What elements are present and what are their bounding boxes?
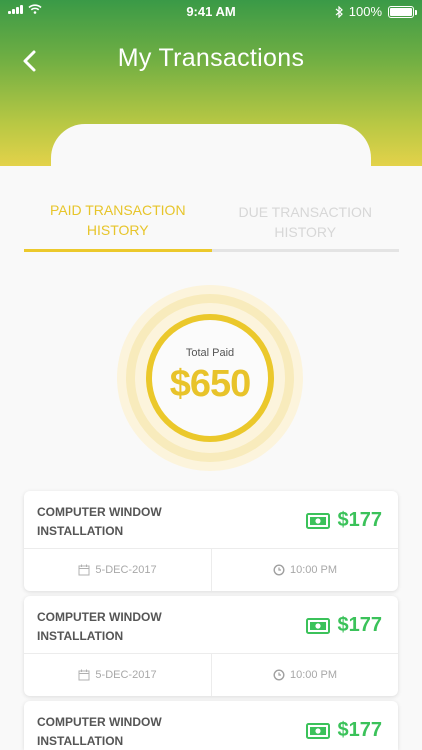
tab-due-history[interactable]: DUE TRANSACTION HISTORY [211, 196, 399, 252]
status-bar: 9:41 AM 100% [0, 0, 422, 22]
money-bill-icon [305, 722, 330, 739]
status-right: 100% [335, 4, 417, 19]
page-title: My Transactions [117, 44, 305, 72]
transaction-amount: $177 [337, 509, 383, 531]
total-paid-label: Total Paid [185, 347, 235, 359]
transaction-time-cell: 10:00 PM [211, 654, 398, 696]
transaction-date: 5-DEC-2017 [95, 564, 157, 576]
calendar-icon [78, 669, 90, 681]
transaction-amount-group: $177 [305, 614, 383, 637]
transaction-card[interactable]: COMPUTER WINDOW INSTALLATION $177 [24, 701, 398, 750]
transaction-date: 5-DEC-2017 [95, 669, 157, 681]
tab-paid-history[interactable]: PAID TRANSACTION HISTORY [24, 196, 212, 252]
transaction-time: 10:00 PM [289, 669, 338, 681]
transaction-time: 10:00 PM [289, 564, 338, 576]
transaction-card[interactable]: COMPUTER WINDOW INSTALLATION $177 5-DEC-… [24, 491, 398, 591]
total-paid-ring: Total Paid $650 [117, 285, 303, 471]
money-bill-icon [305, 512, 330, 529]
transaction-meta: 5-DEC-2017 10:00 PM [24, 548, 398, 591]
transaction-title: COMPUTER WINDOW INSTALLATION [37, 610, 162, 643]
total-paid-amount: $650 [169, 363, 252, 405]
transaction-meta: 5-DEC-2017 10:00 PM [24, 653, 398, 696]
clock-icon [273, 564, 285, 576]
transaction-amount-group: $177 [305, 509, 383, 532]
transaction-amount: $177 [337, 719, 383, 741]
tab-notch [51, 124, 371, 184]
money-bill-icon [305, 617, 330, 634]
battery-icon [388, 5, 417, 18]
tab-bar: PAID TRANSACTION HISTORY DUE TRANSACTION… [24, 196, 399, 252]
transaction-amount-group: $177 [305, 719, 383, 742]
bluetooth-icon [335, 5, 343, 18]
transaction-title: COMPUTER WINDOW INSTALLATION [37, 505, 162, 538]
clock-icon [273, 669, 285, 681]
transaction-card[interactable]: COMPUTER WINDOW INSTALLATION $177 5-DEC-… [24, 596, 398, 696]
transaction-amount: $177 [337, 614, 383, 636]
transaction-title: COMPUTER WINDOW INSTALLATION [37, 715, 162, 748]
battery-percent: 100% [348, 4, 382, 19]
calendar-icon [78, 564, 90, 576]
transaction-date-cell: 5-DEC-2017 [24, 654, 211, 696]
transaction-time-cell: 10:00 PM [211, 549, 398, 591]
transaction-date-cell: 5-DEC-2017 [24, 549, 211, 591]
